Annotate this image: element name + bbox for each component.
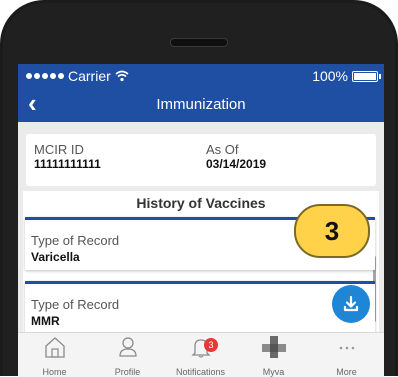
tab-profile[interactable]: Profile — [91, 335, 164, 377]
bottom-tab-bar: Home Profile 3 Notifications Myva More — [18, 332, 384, 377]
status-bar: Carrier 100% — [18, 64, 384, 88]
carrier-label: Carrier — [68, 68, 111, 84]
as-of-label: As Of — [206, 142, 239, 157]
download-button[interactable] — [332, 285, 370, 323]
profile-icon — [118, 337, 137, 357]
record-type-value: Varicella — [31, 250, 80, 264]
identity-card: MCIR ID 11111111111 As Of 03/14/2019 — [26, 134, 376, 186]
notification-badge: 3 — [204, 338, 218, 352]
battery-icon — [352, 70, 381, 82]
signal-dots-icon — [26, 73, 64, 79]
step-callout-badge: 3 — [294, 204, 370, 258]
as-of-value: 03/14/2019 — [206, 157, 267, 171]
home-icon — [44, 337, 65, 358]
more-dots-icon — [339, 346, 354, 350]
mcir-id-label: MCIR ID — [34, 142, 84, 157]
page-title: Immunization — [156, 96, 246, 113]
download-icon — [343, 295, 359, 312]
wifi-icon — [115, 70, 129, 82]
myva-icon — [261, 336, 286, 358]
tab-more[interactable]: More — [310, 335, 383, 377]
battery-percent: 100% — [312, 68, 348, 84]
record-type-label: Type of Record — [31, 297, 120, 312]
record-type-label: Type of Record — [31, 233, 120, 248]
tab-myva[interactable]: Myva — [237, 335, 310, 377]
record-type-value: MMR — [31, 314, 60, 328]
mcir-id-value: 11111111111 — [34, 157, 101, 171]
nav-bar: ‹ Immunization — [18, 88, 384, 122]
phone-earpiece — [170, 38, 228, 47]
tab-home[interactable]: Home — [18, 335, 91, 377]
tab-notifications[interactable]: 3 Notifications — [164, 335, 237, 377]
